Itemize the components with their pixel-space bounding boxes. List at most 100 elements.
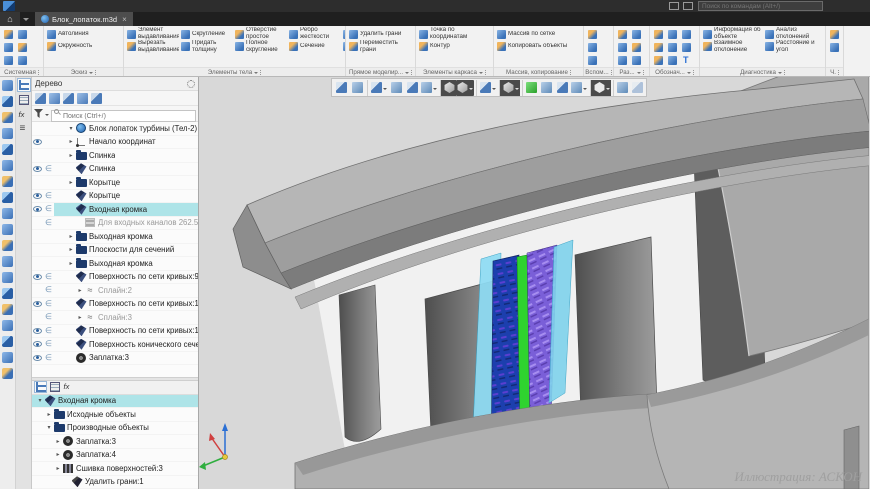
preview-icon[interactable] [2, 54, 15, 66]
image-quality-icon[interactable] [499, 80, 520, 96]
assoc-views-icon[interactable] [349, 80, 365, 96]
tree-layers-icon[interactable] [91, 93, 102, 104]
autoline-button[interactable]: Автолиния [45, 28, 121, 41]
subtab-list[interactable] [48, 381, 61, 393]
extrude-button[interactable]: Элемент выдавливания [125, 28, 179, 41]
panel-settings-gear-icon[interactable] [187, 80, 195, 88]
bom-icon[interactable] [2, 144, 13, 155]
expand-caret-icon[interactable]: ▾ [67, 125, 75, 132]
section-button[interactable]: Сечение [287, 41, 341, 54]
expand-caret-icon[interactable]: ▸ [67, 152, 75, 159]
visibility-eye-icon[interactable] [33, 301, 42, 307]
chart-icon[interactable] [2, 304, 13, 315]
dim-radial-icon[interactable] [616, 41, 629, 53]
mark-axis-icon[interactable] [666, 54, 679, 66]
measure-icon[interactable] [2, 336, 13, 347]
globe-icon[interactable] [2, 192, 13, 203]
measure-view-icon[interactable] [554, 80, 570, 96]
exclude-mark-icon[interactable] [45, 192, 52, 200]
mark-thread-icon[interactable] [680, 41, 693, 53]
tree-item[interactable]: Для входных каналов 262.5 [32, 217, 198, 231]
trim-icon[interactable] [2, 272, 13, 283]
tab-fx[interactable] [17, 108, 31, 122]
tree-item[interactable]: Поверхность по сети кривых:12 [32, 298, 198, 312]
visibility-eye-icon[interactable] [33, 328, 42, 334]
orientation-icon[interactable] [420, 80, 438, 96]
subtree-item[interactable]: ▸ Сшивка поверхностей:3 [32, 462, 198, 476]
visibility-eye-icon[interactable] [33, 193, 42, 199]
exclude-mark-icon[interactable] [45, 273, 52, 281]
tree-item[interactable]: Корытце [32, 190, 198, 204]
circle-button[interactable]: Окружность [45, 41, 121, 54]
gears-icon[interactable] [2, 176, 13, 187]
toolbox-icon[interactable] [2, 256, 13, 267]
interface-layout-icon[interactable] [669, 2, 679, 10]
home-button[interactable]: ⌂ [0, 12, 20, 26]
subtab-fx[interactable] [62, 381, 75, 393]
visibility-eye-icon[interactable] [33, 206, 42, 212]
grid-pattern-button[interactable]: Массив по сетке [495, 28, 583, 41]
draft-button[interactable]: Уклон [341, 28, 345, 41]
thicken-button[interactable]: Придать толщину [179, 41, 233, 54]
simple-hole-button[interactable]: Отверстие простое [233, 28, 287, 41]
fillet-button[interactable]: Скругление [179, 28, 233, 41]
tree-filter-icon[interactable] [34, 109, 43, 118]
dim-linear-icon[interactable] [616, 28, 629, 40]
clip-icon[interactable] [522, 80, 538, 96]
assembly-icon[interactable] [2, 96, 13, 107]
expand-caret-icon[interactable]: ▾ [36, 397, 44, 404]
zoom-area-icon[interactable] [2, 288, 13, 299]
edit-icon[interactable] [629, 80, 645, 96]
print-icon[interactable] [16, 41, 29, 53]
visibility-eye-icon[interactable] [33, 341, 42, 347]
exclude-mark-icon[interactable] [45, 205, 52, 213]
mutual-deviation-button[interactable]: Взаимное отклонение [701, 41, 763, 54]
tab-menu[interactable] [17, 123, 31, 137]
object-info-button[interactable]: Информация об объекте [701, 28, 763, 41]
drawing-tool2-icon[interactable] [828, 41, 841, 53]
expand-caret-icon[interactable]: ▸ [76, 314, 84, 321]
expand-caret-icon[interactable]: ▸ [67, 138, 75, 145]
exclude-mark-icon[interactable] [45, 327, 52, 335]
copy-objects-button[interactable]: Копировать объекты [495, 41, 583, 54]
appearance-icon[interactable] [456, 80, 474, 96]
command-search-input[interactable] [698, 1, 823, 11]
part-icon[interactable] [2, 80, 13, 91]
rectangle-button[interactable]: Прямоугольник [121, 28, 123, 41]
3d-viewport[interactable]: Иллюстрация: АСКОН [199, 77, 870, 489]
distance-angle-button[interactable]: Расстояние и угол [763, 41, 825, 54]
exclude-mark-icon[interactable] [45, 313, 52, 321]
subtree-item[interactable]: Удалить грани:1 [32, 476, 198, 489]
tree-select-icon[interactable] [77, 93, 88, 104]
dropdown-caret-icon[interactable] [606, 88, 610, 92]
deviation-analysis-button[interactable]: Анализ отклонений [763, 28, 825, 41]
contour-button[interactable]: Контур [417, 41, 493, 54]
document-tab[interactable]: Блок_лопаток.m3d × [35, 12, 133, 26]
dropdown-caret-icon[interactable] [492, 88, 496, 92]
tree-item[interactable]: ▸ Выходная кромка [32, 257, 198, 271]
tree-item[interactable]: ▸ Сплайн:3 [32, 311, 198, 325]
dropdown-caret-icon[interactable] [469, 88, 473, 92]
tree-item[interactable]: ▸ Спинка [32, 149, 198, 163]
exclude-mark-icon[interactable] [45, 354, 52, 362]
add-component-icon[interactable] [2, 224, 13, 235]
drawing-icon[interactable] [2, 112, 13, 123]
exclude-mark-icon[interactable] [45, 219, 52, 227]
tab-tree[interactable] [17, 78, 31, 92]
rotate-view-icon[interactable] [404, 80, 420, 96]
mark-tolerance-icon[interactable] [680, 28, 693, 40]
clamp-icon[interactable] [2, 208, 13, 219]
hide-objects-icon[interactable] [476, 80, 497, 96]
save-document-icon[interactable] [2, 41, 15, 53]
tree-item[interactable]: Поверхность по сети кривых:13 [32, 325, 198, 339]
tree-item[interactable]: ▸ Начало координат [32, 136, 198, 150]
tree-item[interactable]: ▸ Корытце [32, 176, 198, 190]
add-part-stock-button[interactable]: Добавить деталь-заготов.. [341, 41, 345, 54]
tree-item[interactable]: Заплатка:3 [32, 352, 198, 366]
walk-icon[interactable] [388, 80, 404, 96]
hierarchy-icon[interactable] [2, 240, 13, 251]
rib-button[interactable]: Ребро жесткости [287, 28, 341, 41]
new-document-icon[interactable] [2, 28, 15, 40]
expand-caret-icon[interactable]: ▸ [67, 179, 75, 186]
brush-icon[interactable] [2, 368, 13, 379]
